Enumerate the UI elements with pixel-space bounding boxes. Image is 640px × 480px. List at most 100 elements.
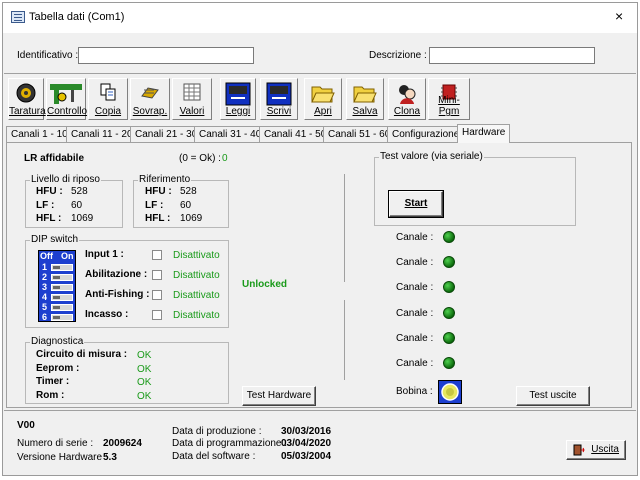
folder-open-icon bbox=[311, 86, 335, 103]
dip-row-2[interactable]: 2 bbox=[41, 272, 75, 282]
tab-canali-1-10[interactable]: Canali 1 - 10 bbox=[6, 126, 73, 142]
hardware-title: LR affidabile bbox=[24, 153, 85, 164]
taratura-button[interactable]: Taratura bbox=[8, 78, 46, 120]
channel-led-6 bbox=[443, 357, 455, 369]
copia-button[interactable]: Copia bbox=[88, 78, 128, 120]
sovrap-label: Sovrap. bbox=[132, 106, 168, 117]
dip-number: 4 bbox=[42, 292, 48, 302]
canale-label-1: Canale : bbox=[396, 232, 434, 243]
dip-toggle[interactable] bbox=[51, 304, 73, 311]
apri-button[interactable]: Apri bbox=[304, 78, 342, 120]
canale-label-2: Canale : bbox=[396, 257, 434, 268]
tab-canali-21-30[interactable]: Canali 21 - 30 bbox=[130, 126, 203, 142]
hw-version-label: Versione Hardware : bbox=[17, 452, 108, 463]
rest-hfu-label: HFU : bbox=[36, 186, 63, 197]
tab-canali-11-20[interactable]: Canali 11 - 20 bbox=[66, 126, 138, 142]
ref-lf-value: 60 bbox=[180, 200, 192, 211]
dip-toggle[interactable] bbox=[51, 294, 73, 301]
dip-number: 5 bbox=[42, 302, 48, 312]
software-date-label: Data del software : bbox=[172, 451, 256, 462]
dip-on-label: On bbox=[61, 251, 74, 261]
tab-hardware[interactable]: Hardware bbox=[457, 124, 511, 143]
test-valore-title: Test valore (via seriale) bbox=[379, 151, 484, 162]
dip-row-3[interactable]: 3 bbox=[41, 282, 75, 292]
channel-led-4 bbox=[443, 307, 455, 319]
clona-label: Clona bbox=[393, 106, 421, 117]
channel-led-2 bbox=[443, 256, 455, 268]
timer-label: Timer : bbox=[36, 376, 70, 387]
overlay-icon bbox=[141, 87, 159, 99]
input1-state: Disattivato bbox=[173, 250, 220, 261]
dip-off-label: Off bbox=[40, 251, 53, 261]
dip-toggle[interactable] bbox=[51, 314, 73, 321]
leggi-button[interactable]: Leggi bbox=[220, 78, 256, 120]
scrivi-button[interactable]: Scrivi bbox=[260, 78, 298, 120]
start-button[interactable]: Start bbox=[388, 190, 444, 218]
anti-fishing-state: Disattivato bbox=[173, 290, 220, 301]
controllo-button[interactable]: Controllo bbox=[46, 78, 88, 120]
tab-canali-41-50[interactable]: Canali 41 - 50 bbox=[259, 126, 332, 142]
diagnostica-title: Diagnostica bbox=[30, 336, 85, 347]
reference-title: Riferimento bbox=[138, 174, 192, 185]
canale-label-3: Canale : bbox=[396, 282, 434, 293]
ok-value: 0 bbox=[222, 153, 228, 164]
production-date-label: Data di produzione : bbox=[172, 426, 262, 437]
dip-toggle[interactable] bbox=[51, 284, 73, 291]
exit-door-icon bbox=[573, 444, 585, 456]
channel-led-1 bbox=[443, 231, 455, 243]
anti-fishing-label: Anti-Fishing : bbox=[85, 289, 150, 300]
controllo-label: Controllo bbox=[47, 106, 88, 117]
rom-label: Rom : bbox=[36, 390, 65, 401]
identificativo-field[interactable] bbox=[78, 47, 254, 64]
dip-switch-title: DIP switch bbox=[30, 234, 80, 245]
valori-button[interactable]: Valori bbox=[172, 78, 212, 120]
close-button[interactable]: × bbox=[615, 9, 623, 23]
sovrap-button[interactable]: Sovrap. bbox=[130, 78, 170, 120]
salva-button[interactable]: Salva bbox=[346, 78, 384, 120]
bobina-label: Bobina : bbox=[396, 386, 433, 397]
circuito-label: Circuito di misura : bbox=[36, 349, 128, 360]
clona-button[interactable]: Clona bbox=[388, 78, 426, 120]
dip-toggle[interactable] bbox=[51, 274, 73, 281]
tab-canali-31-40[interactable]: Canali 31 - 40 bbox=[194, 126, 267, 142]
rest-hfu-value: 528 bbox=[71, 186, 88, 197]
tab-canali-51-60[interactable]: Canali 51 - 60 bbox=[323, 126, 396, 142]
dip-row-1[interactable]: 1 bbox=[41, 262, 75, 272]
programming-date-label: Data di programmazione : bbox=[172, 438, 288, 449]
minipgm-button[interactable]: Mini-Pgm bbox=[428, 78, 470, 120]
rest-hfl-value: 1069 bbox=[71, 213, 94, 224]
serial-value: 2009624 bbox=[103, 438, 142, 449]
incasso-checkbox[interactable] bbox=[152, 310, 162, 320]
input1-checkbox[interactable] bbox=[152, 250, 162, 260]
ref-hfu-value: 528 bbox=[180, 186, 197, 197]
test-hardware-button[interactable]: Test Hardware bbox=[242, 386, 316, 406]
exit-button[interactable]: Uscita bbox=[566, 440, 626, 460]
dip-row-6[interactable]: 6 bbox=[41, 312, 75, 322]
eeprom-label: Eeprom : bbox=[36, 363, 80, 374]
abilitazione-checkbox[interactable] bbox=[152, 270, 162, 280]
dip-switch-block: Off On 1 2 3 4 5 6 bbox=[38, 250, 76, 322]
descrizione-label: Descrizione : bbox=[369, 50, 427, 61]
anti-fishing-checkbox[interactable] bbox=[152, 290, 162, 300]
ref-hfu-label: HFU : bbox=[145, 186, 172, 197]
bobina-indicator bbox=[438, 380, 462, 404]
grid-icon bbox=[183, 83, 201, 101]
dip-toggle[interactable] bbox=[51, 264, 73, 271]
dip-row-5[interactable]: 5 bbox=[41, 302, 75, 312]
dip-number: 1 bbox=[42, 262, 48, 272]
window-title: Tabella dati (Com1) bbox=[29, 11, 125, 23]
rest-hfl-label: HFL : bbox=[36, 213, 62, 224]
tab-configurazione[interactable]: Configurazione bbox=[387, 126, 465, 142]
incasso-state: Disattivato bbox=[173, 310, 220, 321]
ref-lf-label: LF : bbox=[145, 200, 164, 211]
test-uscite-button[interactable]: Test uscite bbox=[516, 386, 590, 406]
ok-label: (0 = Ok) : bbox=[179, 153, 221, 164]
gauge-icon bbox=[16, 83, 36, 103]
dip-row-4[interactable]: 4 bbox=[41, 292, 75, 302]
descrizione-field[interactable] bbox=[429, 47, 595, 64]
firmware-version: V00 bbox=[17, 420, 35, 431]
production-date-value: 30/03/2016 bbox=[281, 426, 332, 437]
coil-icon bbox=[441, 383, 459, 401]
identificativo-label: Identificativo : bbox=[17, 50, 79, 61]
copy-icon bbox=[100, 83, 116, 101]
